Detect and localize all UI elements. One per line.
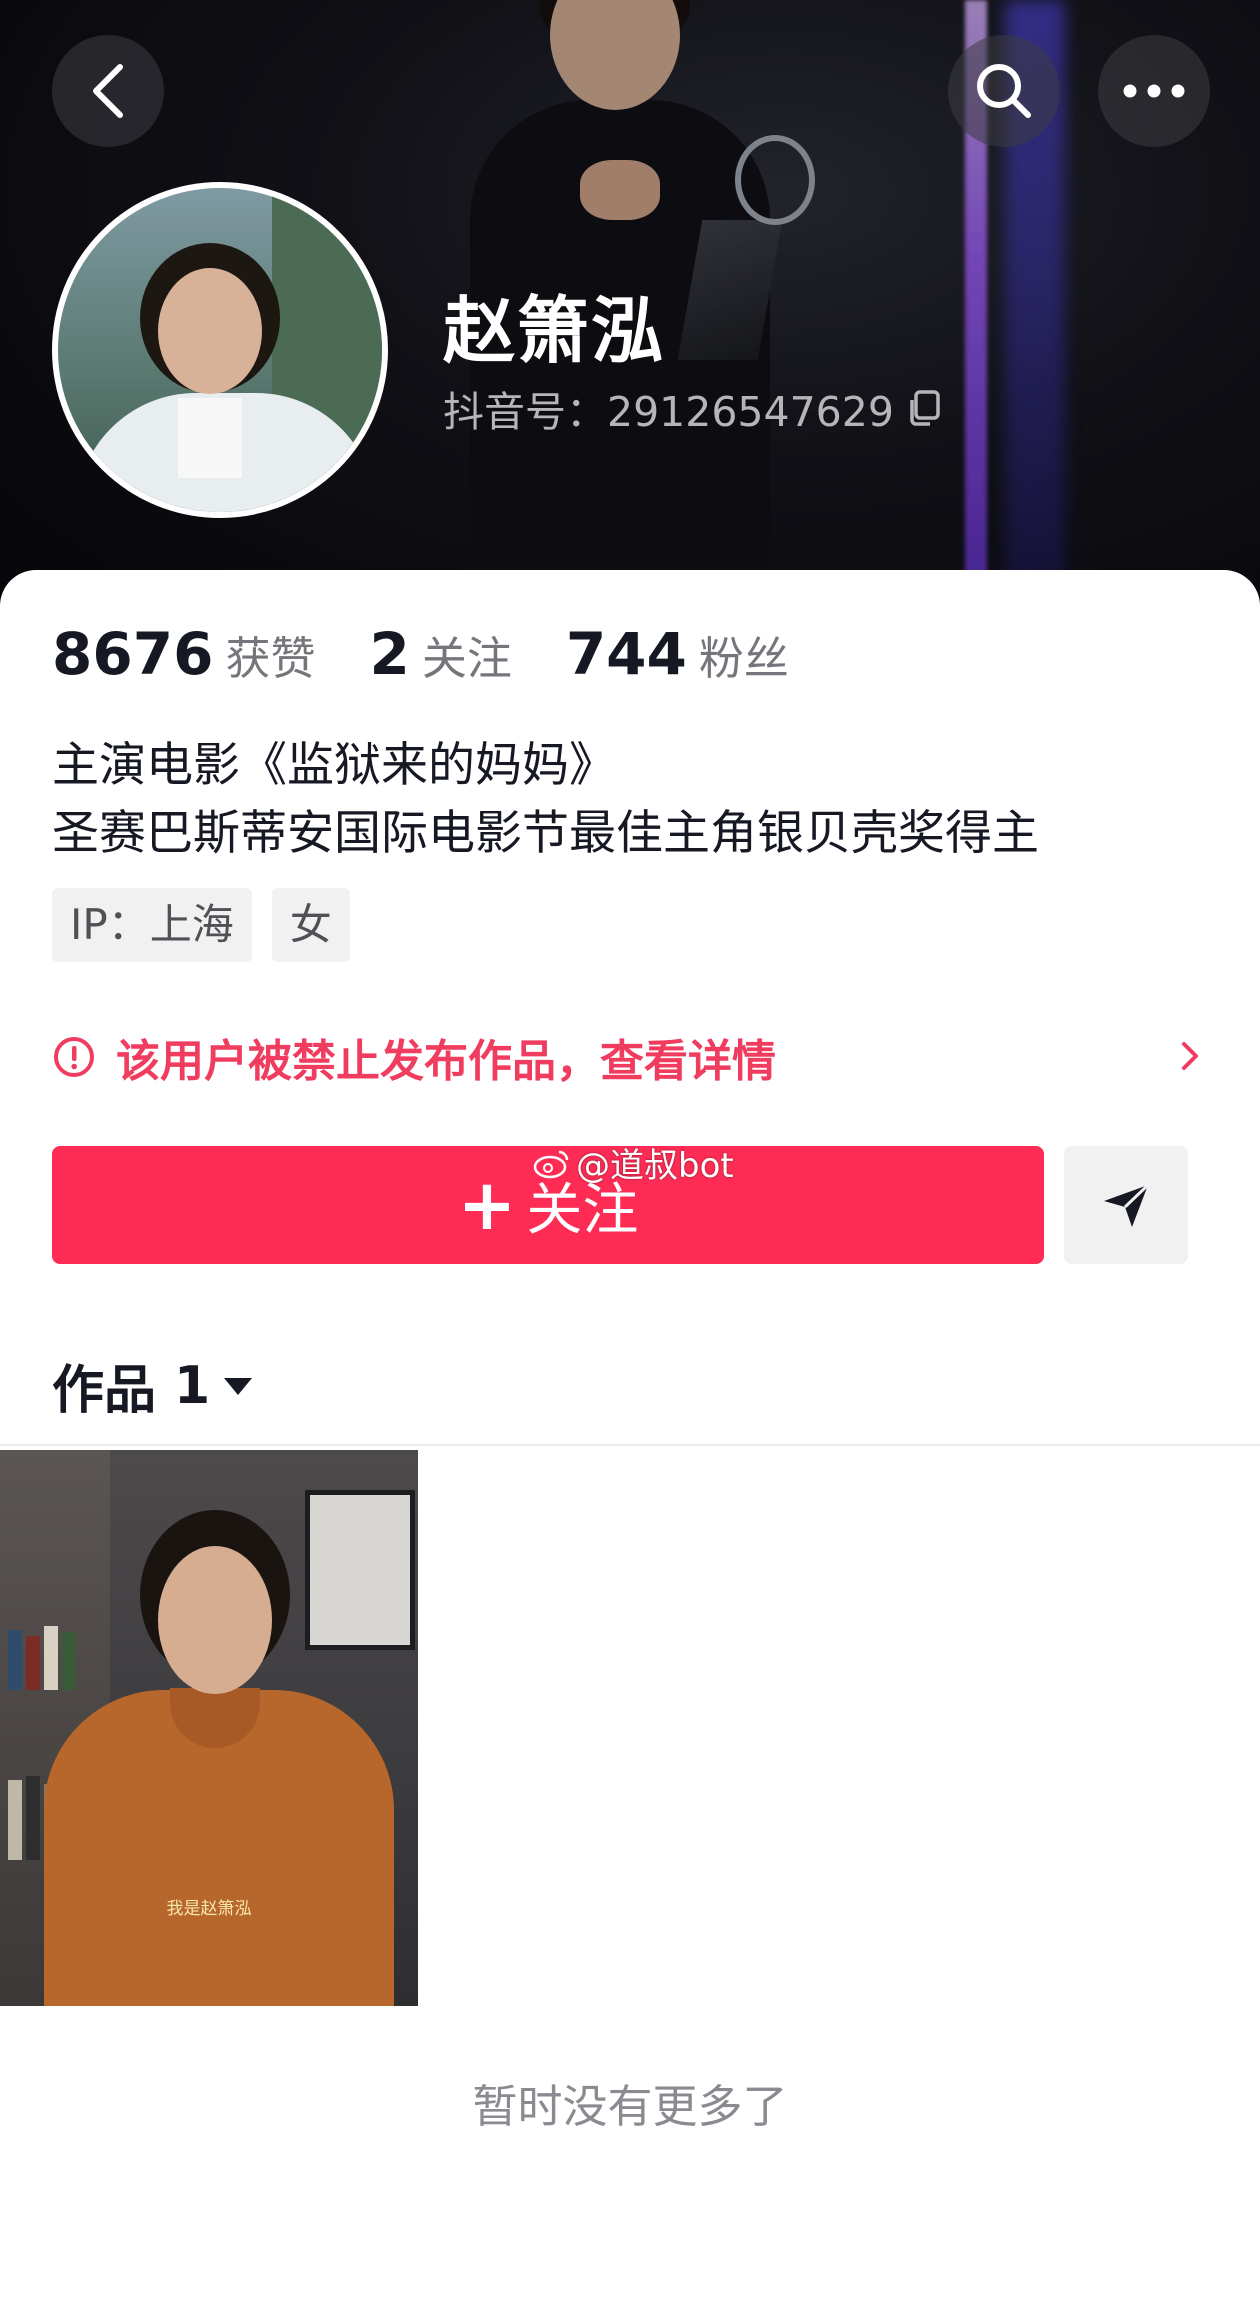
followers-label: 粉丝 [698,632,789,685]
caret-down-icon [224,1377,253,1395]
profile-card: 8676 获赞 2 关注 744 粉丝 主演电影《监狱来的妈妈》 圣赛巴斯蒂安国… [0,570,1260,2323]
avatar[interactable] [52,182,388,518]
more-dots-icon [1123,84,1185,98]
video-caption: 我是赵箫泓 [166,1899,252,1919]
profile-bio: 主演电影《监狱来的妈妈》 圣赛巴斯蒂安国际电影节最佳主角银贝壳奖得主 [52,732,1039,868]
plus-icon: + [457,1164,517,1246]
chevron-right-icon [1182,1042,1198,1070]
bio-line: 圣赛巴斯蒂安国际电影节最佳主角银贝壳奖得主 [52,806,1039,861]
search-icon [977,64,1031,118]
following-count[interactable]: 2 [369,620,409,688]
alert-circle-icon [54,1037,94,1077]
watermark-text: @道叔bot [576,1146,734,1186]
following-label: 关注 [421,632,512,685]
ip-location-tag: IP：上海 [52,888,252,962]
back-button[interactable] [52,35,164,147]
watermark: @道叔bot [532,1138,734,1187]
search-button[interactable] [948,35,1060,147]
tab-works[interactable]: 作品 1 [52,1348,254,1423]
likes-count[interactable]: 8676 [52,620,213,688]
profile-tags: IP：上海 女 [52,888,350,962]
works-tab-label: 作品 [52,1361,157,1421]
likes-label: 获赞 [225,632,316,685]
ban-notice[interactable]: 该用户被禁止发布作品，查看详情 [52,1022,1202,1092]
send-message-button[interactable] [1064,1146,1188,1264]
ban-notice-text: 该用户被禁止发布作品，查看详情 [116,1036,776,1087]
douyin-id[interactable]: 抖音号：29126547629 [443,378,944,438]
douyin-id-text: 抖音号：29126547629 [443,388,894,436]
followers-count[interactable]: 744 [566,620,687,688]
profile-stats: 8676 获赞 2 关注 744 粉丝 [52,620,843,688]
works-count: 1 [174,1355,211,1416]
divider [0,1444,1260,1446]
more-options-button[interactable] [1098,35,1210,147]
chevron-left-icon [93,64,123,118]
video-thumbnail[interactable]: 我是赵箫泓 [0,1450,418,2006]
gender-tag: 女 [271,888,350,962]
weibo-logo-icon [533,1150,569,1178]
copy-icon[interactable] [904,388,944,428]
bio-line: 主演电影《监狱来的妈妈》 [52,738,616,793]
no-more-content-text: 暂时没有更多了 [472,2080,788,2133]
send-icon [1104,1183,1150,1227]
profile-name: 赵箫泓 [443,289,666,373]
